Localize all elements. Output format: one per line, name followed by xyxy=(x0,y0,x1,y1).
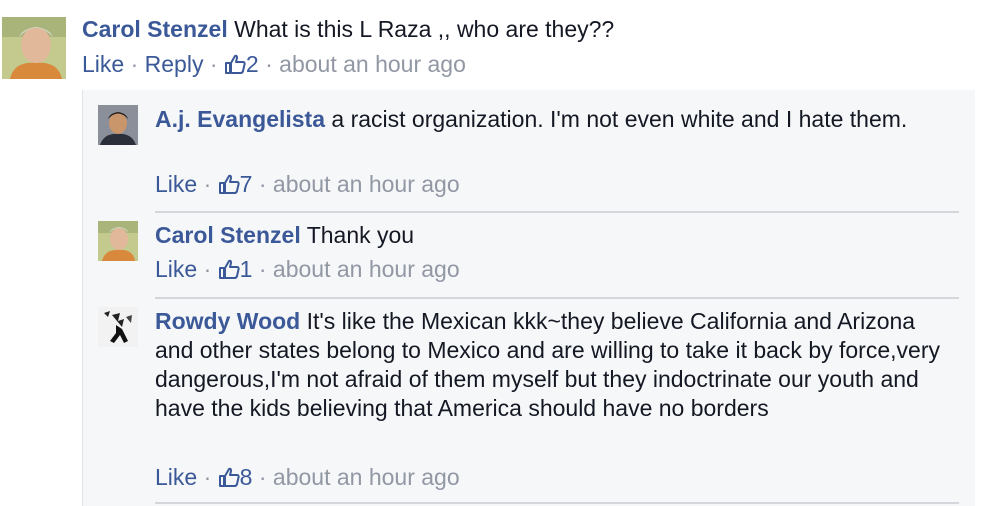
like-count-number: 8 xyxy=(239,464,253,490)
comment-author[interactable]: Carol Stenzel xyxy=(155,222,301,248)
comment-actions: Like · Reply · 2 · about an hour ago xyxy=(82,50,466,82)
comment-text: Thank you xyxy=(306,222,415,248)
comment-actions: Like · 7 · about an hour ago xyxy=(155,170,955,202)
reply-item: A.j. Evangelista a racist organization. … xyxy=(83,90,975,208)
timestamp[interactable]: about an hour ago xyxy=(273,256,460,282)
avatar[interactable] xyxy=(2,17,66,79)
separator: · xyxy=(124,51,145,77)
like-count-number: 1 xyxy=(239,256,253,282)
reply-link[interactable]: Reply xyxy=(145,51,204,77)
separator: · xyxy=(197,171,218,197)
comment-body: Carol Stenzel Thank you xyxy=(155,221,955,250)
separator: · xyxy=(252,171,273,197)
separator: · xyxy=(203,51,224,77)
like-link[interactable]: Like xyxy=(82,51,124,77)
comment-body: Rowdy Wood It's like the Mexican kkk~the… xyxy=(155,307,955,423)
top-comment: Carol Stenzel What is this L Raza ,, who… xyxy=(0,0,986,90)
like-count[interactable]: 2 xyxy=(224,51,259,77)
comment-text: What is this L Raza ,, who are they?? xyxy=(234,16,615,42)
separator: · xyxy=(197,256,218,282)
thumbs-up-icon xyxy=(218,466,240,495)
timestamp[interactable]: about an hour ago xyxy=(279,51,466,77)
avatar[interactable] xyxy=(98,307,138,347)
thumbs-up-icon xyxy=(218,258,240,287)
like-link[interactable]: Like xyxy=(155,256,197,282)
comment-actions: Like · 1 · about an hour ago xyxy=(155,255,955,287)
like-link[interactable]: Like xyxy=(155,171,197,197)
separator: · xyxy=(252,256,273,282)
like-count-number: 2 xyxy=(245,51,259,77)
comment-author[interactable]: Rowdy Wood xyxy=(155,308,300,334)
separator: · xyxy=(252,464,273,490)
comment-actions: Like · 8 · about an hour ago xyxy=(155,463,955,495)
reply-item: Rowdy Wood It's like the Mexican kkk~the… xyxy=(83,299,975,504)
like-link[interactable]: Like xyxy=(155,464,197,490)
comment-body: Carol Stenzel What is this L Raza ,, who… xyxy=(82,15,962,44)
reply-item: Carol Stenzel Thank you Like · 1 · about… xyxy=(83,213,975,297)
separator: · xyxy=(258,51,280,77)
divider xyxy=(155,502,959,504)
like-count[interactable]: 1 xyxy=(218,256,253,282)
avatar[interactable] xyxy=(98,221,138,261)
timestamp[interactable]: about an hour ago xyxy=(273,464,460,490)
comment-body: A.j. Evangelista a racist organization. … xyxy=(155,105,955,134)
timestamp[interactable]: about an hour ago xyxy=(273,171,460,197)
avatar[interactable] xyxy=(98,105,138,145)
comment-author[interactable]: Carol Stenzel xyxy=(82,16,228,42)
comment-author[interactable]: A.j. Evangelista xyxy=(155,106,325,132)
separator: · xyxy=(197,464,218,490)
thumbs-up-icon xyxy=(218,173,240,202)
thumbs-up-icon xyxy=(224,53,246,82)
comment-text: a racist organization. I'm not even whit… xyxy=(331,106,908,132)
replies-list: A.j. Evangelista a racist organization. … xyxy=(82,90,975,506)
like-count[interactable]: 8 xyxy=(218,464,253,490)
like-count[interactable]: 7 xyxy=(218,171,253,197)
like-count-number: 7 xyxy=(239,171,253,197)
